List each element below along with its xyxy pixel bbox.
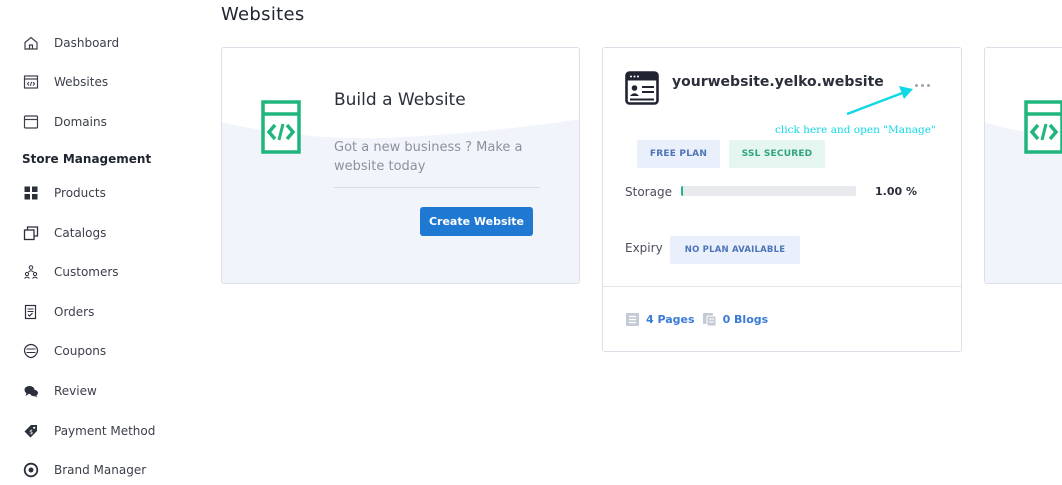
sidebar-item-label: Websites bbox=[54, 75, 109, 89]
build-website-card: Build a Website Got a new business ? Mak… bbox=[221, 47, 580, 284]
storage-value: 1.00 % bbox=[875, 185, 917, 198]
sidebar-item-label: Orders bbox=[54, 305, 95, 319]
sidebar-item-label: Dashboard bbox=[54, 36, 120, 50]
pages-count-link[interactable]: 4 Pages bbox=[646, 313, 695, 326]
sidebar-item-label: Coupons bbox=[54, 344, 107, 358]
customers-icon bbox=[22, 263, 40, 281]
expiry-badge: NO PLAN AVAILABLE bbox=[670, 236, 800, 264]
sidebar-item-label: Brand Manager bbox=[54, 463, 147, 477]
annotation-arrow bbox=[846, 86, 913, 116]
sidebar: Dashboard Websites Domains Store Managem… bbox=[0, 0, 200, 485]
page-title: Websites bbox=[221, 4, 305, 25]
code-window-icon bbox=[22, 73, 40, 91]
sidebar-item-websites[interactable]: Websites bbox=[22, 70, 108, 94]
website-window-icon bbox=[625, 71, 659, 105]
ssl-badge: SSL SECURED bbox=[729, 140, 825, 168]
coupon-icon bbox=[22, 342, 40, 360]
expiry-label: Expiry bbox=[625, 241, 663, 255]
annotation-text: click here and open "Manage" bbox=[775, 124, 936, 136]
sidebar-item-coupons[interactable]: Coupons bbox=[22, 339, 106, 363]
sidebar-item-catalogs[interactable]: Catalogs bbox=[22, 221, 106, 245]
storage-label: Storage bbox=[625, 185, 672, 199]
sidebar-item-orders[interactable]: Orders bbox=[22, 300, 94, 324]
sidebar-item-label: Domains bbox=[54, 115, 107, 129]
section-title-store-management: Store Management bbox=[22, 152, 152, 166]
sidebar-item-customers[interactable]: Customers bbox=[22, 260, 119, 284]
plan-badge: FREE PLAN bbox=[637, 140, 720, 168]
sidebar-item-label: Products bbox=[54, 186, 106, 200]
divider bbox=[603, 286, 961, 287]
sidebar-item-domains[interactable]: Domains bbox=[22, 110, 107, 134]
storage-progress-fill bbox=[681, 186, 684, 196]
blogs-count-link[interactable]: 0 Blogs bbox=[723, 313, 769, 326]
catalog-icon bbox=[22, 224, 40, 242]
home-icon bbox=[22, 34, 40, 52]
build-website-description: Got a new business ? Make a website toda… bbox=[334, 140, 523, 174]
more-options-icon[interactable] bbox=[915, 80, 933, 90]
website-stats: 4 Pages 0 Blogs bbox=[625, 312, 768, 327]
sidebar-item-dashboard[interactable]: Dashboard bbox=[22, 31, 119, 55]
sidebar-item-label: Review bbox=[54, 384, 97, 398]
sidebar-item-label: Catalogs bbox=[54, 226, 107, 240]
sidebar-item-products[interactable]: Products bbox=[22, 181, 106, 205]
sidebar-item-label: Customers bbox=[54, 265, 119, 279]
sidebar-item-review[interactable]: Review bbox=[22, 379, 97, 403]
sidebar-item-payment-method[interactable]: $ Payment Method bbox=[22, 419, 155, 443]
card-background-wave bbox=[985, 122, 1062, 283]
browser-window-icon bbox=[22, 113, 40, 131]
code-window-icon bbox=[261, 100, 301, 154]
create-website-button[interactable]: Create Website bbox=[420, 207, 533, 236]
chat-bubbles-icon bbox=[22, 382, 40, 400]
order-clipboard-icon bbox=[22, 303, 40, 321]
build-website-card-partial bbox=[984, 47, 1062, 284]
pages-icon bbox=[626, 313, 639, 326]
storage-progress-bar bbox=[681, 186, 856, 196]
build-website-title: Build a Website bbox=[334, 90, 466, 110]
website-card: yourwebsite.yelko.website click here and… bbox=[602, 47, 962, 352]
target-icon bbox=[22, 461, 40, 479]
code-window-icon bbox=[1024, 100, 1062, 154]
divider bbox=[334, 187, 540, 188]
blogs-icon bbox=[702, 313, 717, 327]
sidebar-item-label: Payment Method bbox=[54, 424, 156, 438]
grid-icon bbox=[22, 184, 40, 202]
sidebar-item-brand-manager[interactable]: Brand Manager bbox=[22, 458, 146, 482]
svg-text:$: $ bbox=[29, 429, 33, 436]
payment-tag-icon: $ bbox=[22, 422, 40, 440]
